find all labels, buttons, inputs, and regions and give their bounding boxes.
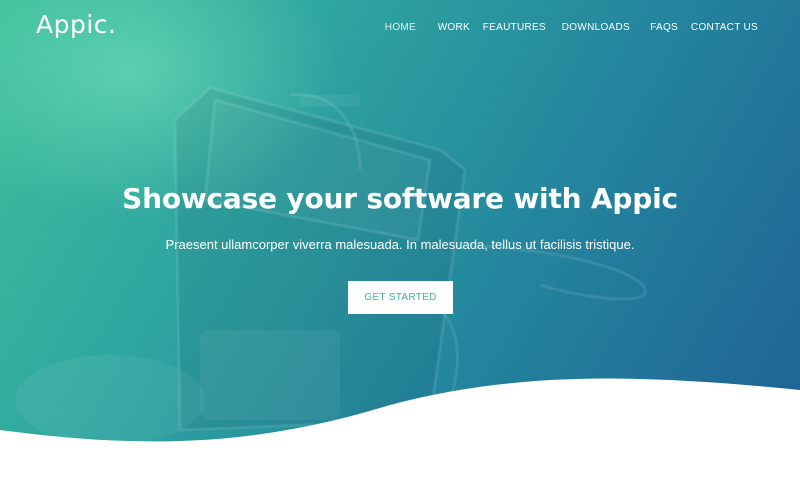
get-started-button[interactable]: GET STARTED	[348, 281, 453, 314]
hero-title: Showcase your software with Appic	[122, 182, 678, 215]
hero-wave-divider	[0, 378, 800, 493]
hero-section: Appic. HOME WORK FEAUTURES DOWNLOADS FAQ…	[0, 0, 800, 493]
nav-item-work[interactable]: WORK	[438, 22, 470, 33]
hero-subtitle: Praesent ullamcorper viverra malesuada. …	[165, 237, 635, 252]
logo[interactable]: Appic.	[36, 10, 116, 39]
nav-item-features[interactable]: FEAUTURES	[483, 22, 546, 33]
nav-item-downloads[interactable]: DOWNLOADS	[562, 22, 630, 33]
nav-item-contact-us[interactable]: CONTACT US	[691, 22, 758, 33]
nav-item-faqs[interactable]: FAQS	[650, 22, 678, 33]
nav-item-home[interactable]: HOME	[385, 22, 416, 33]
